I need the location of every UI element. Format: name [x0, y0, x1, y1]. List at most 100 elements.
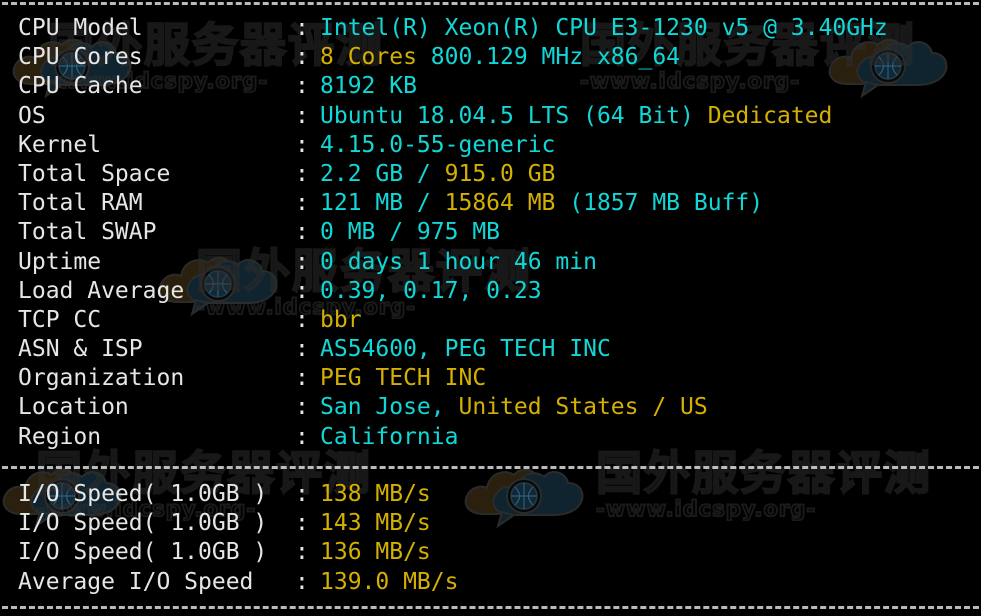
info-row-label: Location	[18, 394, 129, 421]
info-row: CPU Cores:8 Cores 800.129 MHz x86_64	[0, 43, 981, 72]
separator-bottom	[2, 606, 979, 609]
info-row-label: TCP CC	[18, 306, 102, 333]
info-row: I/O Speed( 1.0GB ):143 MB/s	[0, 509, 981, 538]
info-row-label: Total SWAP	[18, 219, 157, 246]
value-segment: 8 Cores	[320, 44, 417, 71]
info-row-label: Average I/O Speed	[18, 568, 254, 595]
info-row-label: I/O Speed( 1.0GB )	[18, 481, 268, 507]
value-segment: bbr	[320, 306, 362, 333]
info-row: Kernel:4.15.0-55-generic	[0, 131, 981, 160]
value-segment: 143 MB/s	[320, 510, 431, 537]
info-row-separator: :	[295, 44, 309, 71]
info-row-separator: :	[295, 15, 309, 41]
info-row-label: Kernel	[18, 131, 102, 158]
info-row-value: 0 days 1 hour 46 min	[320, 249, 597, 275]
value-segment: (1857 MB Buff)	[555, 190, 764, 217]
info-row-label: I/O Speed( 1.0GB )	[18, 539, 268, 566]
terminal-window: 国外服务器评测 -www.idcspy.org- 国外服务器评测 -www.id…	[0, 0, 981, 616]
info-row-value: 136 MB/s	[320, 539, 431, 565]
info-row-label: Region	[18, 423, 102, 450]
value-segment: 4.15.0-55-generic	[320, 131, 556, 158]
info-row-value: Intel(R) Xeon(R) CPU E3-1230 v5 @ 3.40GH…	[320, 15, 888, 41]
info-row-value: California	[320, 424, 458, 450]
info-row-label: CPU Model	[18, 15, 143, 41]
info-row-label: CPU Cache	[18, 73, 143, 100]
info-row-label: Load Average	[18, 277, 185, 304]
value-segment: United States / US	[458, 394, 708, 421]
value-segment: 2.2 GB /	[320, 160, 445, 187]
info-row: TCP CC: bbr	[0, 306, 981, 335]
info-row: Uptime:0 days 1 hour 46 min	[0, 248, 981, 277]
info-row-separator: :	[295, 481, 309, 507]
value-segment: 15864 MB	[444, 190, 556, 217]
info-row: I/O Speed( 1.0GB ):136 MB/s	[0, 538, 981, 567]
info-row-separator: :	[295, 539, 309, 566]
info-row-value: 139.0 MB/s	[320, 569, 458, 595]
value-segment: 121 MB /	[320, 190, 445, 217]
value-segment: AS54600, PEG TECH INC	[320, 336, 611, 363]
value-segment: Ubuntu 18.04.5 LTS (64 Bit)	[320, 102, 708, 129]
value-segment: 915.0 GB	[444, 160, 556, 187]
info-row-value: 138 MB/s	[320, 481, 431, 507]
value-segment: San Jose,	[320, 394, 459, 421]
info-row-separator: :	[295, 73, 309, 100]
value-segment: 136 MB/s	[320, 539, 431, 566]
value-segment: 0 MB / 975 MB	[320, 219, 501, 246]
info-row-value: bbr	[320, 307, 362, 333]
info-row-separator: :	[295, 336, 309, 363]
value-segment: Dedicated	[707, 102, 833, 129]
info-row-label: Total RAM	[18, 190, 143, 217]
info-row-separator: :	[295, 219, 309, 246]
value-segment: PEG TECH INC	[320, 365, 487, 392]
io-speed-test-block: I/O Speed( 1.0GB ):138 MB/s I/O Speed( 1.…	[0, 480, 981, 597]
info-row-separator: :	[295, 306, 309, 333]
info-row-separator: :	[295, 365, 309, 392]
info-row-separator: :	[295, 423, 309, 450]
info-row: Load Average:0.39, 0.17, 0.23	[0, 277, 981, 306]
info-row: I/O Speed( 1.0GB ):138 MB/s	[0, 480, 981, 509]
info-row: CPU Model: Intel(R) Xeon(R) CPU E3-1230 v…	[0, 14, 981, 43]
info-row: Total RAM:121 MB / 15864 MB (1857 MB Buf…	[0, 189, 981, 218]
info-row-label: Organization	[18, 365, 185, 392]
info-row: CPU Cache:8192 KB	[0, 72, 981, 101]
info-row-label: I/O Speed( 1.0GB )	[18, 510, 268, 537]
info-row-value: Ubuntu 18.04.5 LTS (64 Bit) Dedicated	[320, 103, 832, 129]
info-row-value: 121 MB / 15864 MB (1857 MB Buff)	[320, 190, 763, 216]
info-row-value: 143 MB/s	[320, 510, 431, 536]
value-segment: California	[320, 423, 459, 450]
info-row-separator: :	[295, 160, 309, 187]
info-row-separator: :	[295, 190, 309, 217]
info-row-separator: :	[295, 510, 309, 537]
info-row: Location: San Jose, United States / US	[0, 393, 981, 422]
info-row: Total SWAP:0 MB / 975 MB	[0, 218, 981, 247]
info-row-separator: :	[295, 102, 309, 129]
info-row-label: Uptime	[18, 248, 102, 275]
info-row-separator: :	[295, 131, 309, 158]
info-row-value: San Jose, United States / US	[320, 394, 708, 420]
info-row-separator: :	[295, 277, 309, 304]
info-row-value: AS54600, PEG TECH INC	[320, 336, 611, 362]
info-row-value: 4.15.0-55-generic	[320, 132, 555, 158]
info-row: ASN & ISP: AS54600, PEG TECH INC	[0, 335, 981, 364]
value-segment: 138 MB/s	[320, 481, 431, 507]
info-row: Region: California	[0, 423, 981, 452]
separator-middle	[2, 466, 979, 469]
value-segment: 0 days 1 hour 46 min	[320, 248, 597, 275]
value-segment: 8192 KB	[320, 73, 417, 100]
value-segment: 800.129 MHz x86_64	[416, 44, 681, 71]
info-row-separator: :	[295, 568, 309, 595]
info-row: Organization: PEG TECH INC	[0, 364, 981, 393]
info-row: Total Space:2.2 GB / 915.0 GB	[0, 160, 981, 189]
info-row-value: 8192 KB	[320, 73, 417, 99]
value-segment: Intel(R) Xeon(R) CPU E3-1230 v5 @ 3.40GH…	[320, 15, 888, 41]
info-row-value: 2.2 GB / 915.0 GB	[320, 161, 555, 187]
info-row-separator: :	[295, 394, 309, 421]
info-row-label: ASN & ISP	[18, 336, 143, 363]
info-row-separator: :	[295, 248, 309, 275]
info-row-value: 8 Cores 800.129 MHz x86_64	[320, 44, 680, 70]
info-row-label: OS	[18, 102, 46, 129]
info-row-label: Total Space	[18, 160, 171, 187]
info-row: Average I/O Speed:139.0 MB/s	[0, 568, 981, 597]
info-row-value: 0 MB / 975 MB	[320, 219, 500, 245]
separator-top	[2, 2, 979, 5]
